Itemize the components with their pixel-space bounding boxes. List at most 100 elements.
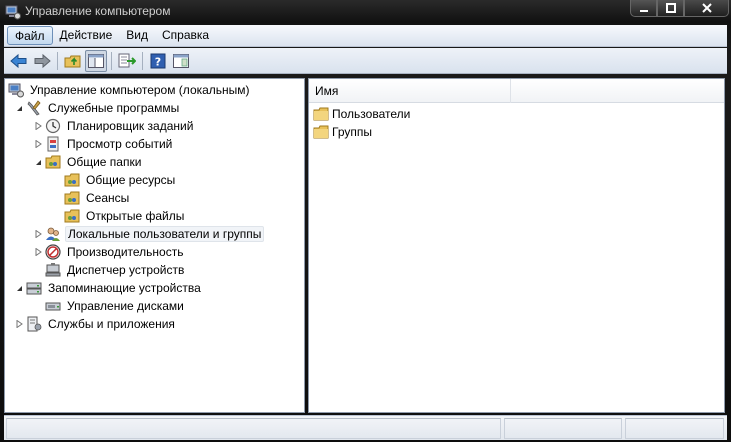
tree-item-services-applications[interactable]: Службы и приложения [13, 315, 177, 333]
computer-management-app-icon [5, 4, 21, 20]
list-header: Имя [309, 79, 724, 103]
tree-item-label: Запоминающие устройства [48, 281, 201, 295]
toolbar-separator [142, 51, 143, 70]
tree-item-shared-folders[interactable]: Общие папки [32, 153, 143, 171]
device-manager-icon [44, 262, 61, 278]
tree-item-system-tools[interactable]: Служебные программы [13, 99, 181, 117]
status-cell-main [6, 418, 501, 439]
svg-text:?: ? [155, 55, 161, 68]
shares-icon [63, 172, 80, 188]
shared-folders-icon [44, 154, 61, 170]
close-icon [701, 3, 712, 13]
tree-item-label: Сеансы [86, 191, 130, 205]
toolbar-separator [111, 51, 112, 70]
tree-item-computer-management[interactable]: Управление компьютером (локальным) [7, 81, 252, 99]
menu-bar: Файл Действие Вид Справка [4, 25, 727, 47]
tree-item-label: Диспетчер устройств [67, 263, 185, 277]
menu-file[interactable]: Файл [7, 26, 53, 45]
tree-item-label: Просмотр событий [67, 137, 173, 151]
export-list-button[interactable] [116, 50, 138, 72]
status-bar [4, 415, 727, 440]
column-header-name[interactable]: Имя [309, 79, 511, 103]
collapsed-arrow-icon[interactable] [32, 225, 44, 243]
disk-management-icon [44, 298, 61, 314]
system-tools-icon [25, 100, 42, 116]
expanded-arrow-icon[interactable] [13, 99, 25, 117]
list-item-label: Группы [332, 125, 372, 139]
tree-item-performance[interactable]: Производительность [32, 243, 185, 261]
export-list-icon [118, 53, 136, 67]
tree-item-label: Общие папки [67, 155, 142, 169]
tree-item-label: Службы и приложения [48, 317, 175, 331]
computer-management-icon [7, 82, 24, 98]
event-viewer-icon [44, 136, 61, 152]
tree-item-storage[interactable]: Запоминающие устройства [13, 279, 203, 297]
tree-item-label: Открытые файлы [86, 209, 185, 223]
sessions-icon [63, 190, 80, 206]
tree-item-disk-management[interactable]: Управление дисками [44, 297, 186, 315]
tree-item-task-scheduler[interactable]: Планировщик заданий [32, 117, 195, 135]
caption-buttons [630, 0, 729, 18]
forward-arrow-icon [34, 53, 51, 68]
folder-icon [313, 107, 329, 121]
tree-item-device-manager[interactable]: Диспетчер устройств [44, 261, 186, 279]
expanded-arrow-icon[interactable] [32, 153, 44, 171]
console-tree-pane[interactable]: Управление компьютером (локальным) Служе… [4, 78, 305, 413]
computer-management-window: Управление компьютером Файл Действие Вид… [0, 0, 731, 442]
help-icon: ? [150, 53, 166, 68]
minimize-button[interactable] [630, 0, 657, 17]
tree-item-event-viewer[interactable]: Просмотр событий [32, 135, 174, 153]
forward-button[interactable] [31, 50, 53, 72]
up-level-button[interactable] [62, 50, 84, 72]
title-bar[interactable]: Управление компьютером [0, 0, 731, 24]
tree-item-shares[interactable]: Общие ресурсы [63, 171, 177, 189]
toolbar-separator [57, 51, 58, 70]
maximize-icon [665, 3, 676, 13]
list-item[interactable]: Пользователи [313, 105, 410, 123]
up-folder-icon [64, 55, 81, 67]
menu-action[interactable]: Действие [53, 26, 120, 45]
show-hide-tree-button[interactable] [85, 49, 107, 72]
tree-item-sessions[interactable]: Сеансы [63, 189, 131, 207]
collapsed-arrow-icon[interactable] [32, 117, 44, 135]
local-users-groups-icon [44, 226, 61, 242]
list-item[interactable]: Группы [313, 123, 372, 141]
console-tree-icon [88, 53, 104, 68]
close-button[interactable] [684, 0, 729, 17]
back-arrow-icon [10, 53, 27, 68]
tree-item-label: Производительность [67, 245, 184, 259]
open-files-icon [63, 208, 80, 224]
collapsed-arrow-icon[interactable] [32, 135, 44, 153]
task-scheduler-icon [44, 118, 61, 134]
tree-item-local-users-groups[interactable]: Локальные пользователи и группы [32, 225, 265, 243]
tree-item-open-files[interactable]: Открытые файлы [63, 207, 186, 225]
folder-icon [313, 125, 329, 139]
toolbar: ? [4, 48, 727, 74]
tree-item-label: Служебные программы [48, 101, 180, 115]
menu-help[interactable]: Справка [155, 26, 216, 45]
collapsed-arrow-icon[interactable] [32, 243, 44, 261]
expanded-arrow-icon[interactable] [13, 279, 25, 297]
properties-icon [173, 53, 189, 68]
status-cell-tertiary [625, 418, 724, 439]
status-cell-secondary [504, 418, 622, 439]
tree-item-label: Управление дисками [67, 299, 184, 313]
window-title: Управление компьютером [25, 4, 171, 18]
list-item-label: Пользователи [332, 107, 411, 121]
column-header-empty [511, 79, 724, 102]
tree-item-label: Общие ресурсы [86, 173, 176, 187]
minimize-icon [639, 10, 648, 12]
services-applications-icon [25, 316, 42, 332]
storage-icon [25, 280, 42, 296]
details-pane[interactable]: Имя Пользователи Группы [308, 78, 725, 413]
menu-view[interactable]: Вид [119, 26, 155, 45]
performance-icon [44, 244, 61, 260]
properties-button[interactable] [170, 50, 192, 72]
collapsed-arrow-icon[interactable] [13, 315, 25, 333]
tree-item-label: Локальные пользователи и группы [65, 226, 265, 242]
back-button[interactable] [8, 50, 30, 72]
tree-item-label: Планировщик заданий [67, 119, 194, 133]
maximize-button[interactable] [657, 0, 684, 17]
tree-item-label: Управление компьютером (локальным) [30, 83, 250, 97]
help-button[interactable]: ? [147, 50, 169, 72]
